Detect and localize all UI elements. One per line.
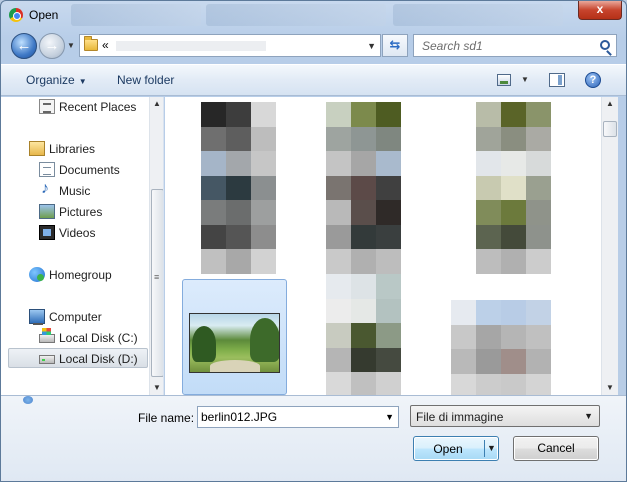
recent-locations-dropdown[interactable]: ▼ bbox=[67, 41, 75, 50]
refresh-button[interactable]: ⇆ bbox=[382, 34, 408, 57]
file-thumbnail[interactable] bbox=[326, 102, 401, 274]
chevron-down-icon: ▼ bbox=[584, 411, 593, 421]
forward-button[interactable]: → bbox=[39, 33, 65, 59]
local-disk-d-icon bbox=[39, 355, 55, 364]
scroll-up-arrow[interactable]: ▲ bbox=[606, 99, 614, 108]
nav-item-local-disk-d[interactable]: Local Disk (D:) bbox=[8, 348, 148, 368]
background-tab-blur bbox=[393, 4, 563, 26]
back-button[interactable]: ← bbox=[11, 33, 37, 59]
file-name-label: File name: bbox=[138, 411, 195, 425]
nav-item-label: Libraries bbox=[49, 142, 96, 156]
chrome-icon bbox=[9, 8, 23, 22]
split-divider bbox=[484, 440, 485, 457]
nav-item-documents[interactable]: Documents bbox=[1, 160, 149, 180]
computer-icon bbox=[29, 309, 45, 325]
open-button-label: Open bbox=[433, 442, 463, 456]
scrollbar-thumb[interactable] bbox=[603, 121, 617, 137]
title-bar: Open x bbox=[1, 1, 626, 29]
nav-item-label: Recent Places bbox=[59, 100, 137, 114]
scroll-up-arrow[interactable]: ▲ bbox=[153, 99, 161, 108]
homegroup-icon bbox=[29, 267, 45, 282]
music-icon bbox=[39, 180, 55, 198]
search-icon[interactable] bbox=[600, 40, 610, 50]
tree-shape bbox=[250, 318, 279, 362]
file-name-combo[interactable]: ▼ bbox=[197, 406, 399, 428]
window-title: Open bbox=[29, 8, 59, 22]
nav-item-music[interactable]: Music bbox=[1, 180, 149, 201]
selected-file-berlin012[interactable] bbox=[182, 279, 287, 395]
nav-item-label: Homegroup bbox=[49, 268, 112, 282]
background-tab-blur bbox=[71, 4, 201, 26]
nav-item-label: Pictures bbox=[59, 205, 103, 219]
organize-label: Organize bbox=[26, 73, 75, 87]
breadcrumb-path bbox=[116, 41, 266, 51]
open-options-dropdown[interactable]: ▼ bbox=[487, 443, 496, 453]
nav-item-pictures[interactable]: Pictures bbox=[1, 202, 149, 222]
breadcrumb-overflow[interactable]: « bbox=[102, 38, 109, 52]
nav-item-label: Computer bbox=[49, 310, 102, 324]
file-type-select[interactable]: File di immagine ▼ bbox=[410, 405, 600, 427]
photo-thumbnail bbox=[189, 313, 280, 373]
address-dropdown-arrow[interactable]: ▼ bbox=[367, 41, 376, 51]
scroll-down-arrow[interactable]: ▼ bbox=[153, 383, 161, 392]
scroll-down-arrow[interactable]: ▼ bbox=[606, 383, 614, 392]
nav-item-label: Local Disk (D:) bbox=[59, 352, 138, 366]
libraries-icon bbox=[29, 141, 45, 156]
file-thumbnail[interactable] bbox=[476, 102, 551, 274]
new-folder-button[interactable]: New folder bbox=[117, 73, 174, 87]
nav-item-libraries[interactable]: Libraries bbox=[1, 139, 149, 159]
command-bar: Organize ▼ New folder ▼ ? bbox=[1, 64, 626, 96]
tree-shape bbox=[192, 326, 216, 362]
help-icon[interactable]: ? bbox=[585, 72, 601, 88]
nav-item-computer[interactable]: Computer bbox=[1, 307, 149, 327]
address-row: ← → ▼ « ▼ ⇆ bbox=[1, 29, 626, 63]
file-thumbnail[interactable] bbox=[451, 300, 551, 395]
nav-item-homegroup[interactable]: Homegroup bbox=[1, 265, 149, 285]
search-box[interactable] bbox=[413, 34, 617, 57]
file-list-scrollbar[interactable]: ▲ ▼ bbox=[601, 97, 618, 395]
documents-icon bbox=[39, 162, 55, 177]
change-view-icon[interactable] bbox=[497, 74, 511, 86]
background-tab-blur bbox=[206, 4, 386, 26]
preview-pane-icon[interactable] bbox=[549, 73, 565, 87]
nav-item-local-disk-c[interactable]: Local Disk (C:) bbox=[1, 328, 149, 348]
nav-item-recent-places[interactable]: Recent Places bbox=[1, 97, 149, 117]
file-thumbnail[interactable] bbox=[201, 102, 276, 274]
file-name-input[interactable] bbox=[198, 407, 378, 427]
nav-item-label: Videos bbox=[59, 226, 96, 240]
nav-item-videos[interactable]: Videos bbox=[1, 223, 149, 243]
recent-places-icon bbox=[39, 99, 55, 114]
chevron-down-icon: ▼ bbox=[78, 77, 87, 86]
nav-item-label: Local Disk (C:) bbox=[59, 331, 138, 345]
file-type-value: File di immagine bbox=[416, 410, 504, 424]
address-bar[interactable]: « ▼ bbox=[79, 34, 381, 57]
pictures-icon bbox=[39, 204, 55, 219]
scrollbar-thumb[interactable] bbox=[151, 189, 163, 377]
nav-item-label: Documents bbox=[59, 163, 120, 177]
view-options-dropdown[interactable]: ▼ bbox=[521, 75, 529, 84]
navigation-scrollbar[interactable]: ▲ ▼ bbox=[149, 97, 163, 395]
folder-icon bbox=[84, 36, 98, 51]
videos-icon bbox=[39, 225, 55, 240]
path-shape bbox=[210, 360, 260, 372]
local-disk-c-icon bbox=[39, 328, 55, 343]
navigation-pane: Recent Places Libraries Documents Music … bbox=[1, 97, 164, 395]
file-thumbnail[interactable] bbox=[326, 274, 401, 395]
search-input[interactable] bbox=[414, 35, 594, 56]
organize-button[interactable]: Organize ▼ bbox=[26, 73, 87, 87]
dialog-footer: File name: ▼ File di immagine ▼ Open ▼ C… bbox=[1, 395, 626, 481]
file-list bbox=[165, 97, 601, 395]
open-dialog: Open x ← → ▼ « ▼ ⇆ Organize▼ New folder … bbox=[0, 0, 627, 482]
file-name-dropdown-arrow[interactable]: ▼ bbox=[385, 412, 394, 422]
cancel-button[interactable]: Cancel bbox=[513, 436, 599, 461]
globe-icon bbox=[23, 396, 33, 404]
nav-item-label: Music bbox=[59, 184, 91, 198]
open-button[interactable]: Open ▼ bbox=[413, 436, 499, 461]
close-button[interactable]: x bbox=[578, 1, 622, 20]
